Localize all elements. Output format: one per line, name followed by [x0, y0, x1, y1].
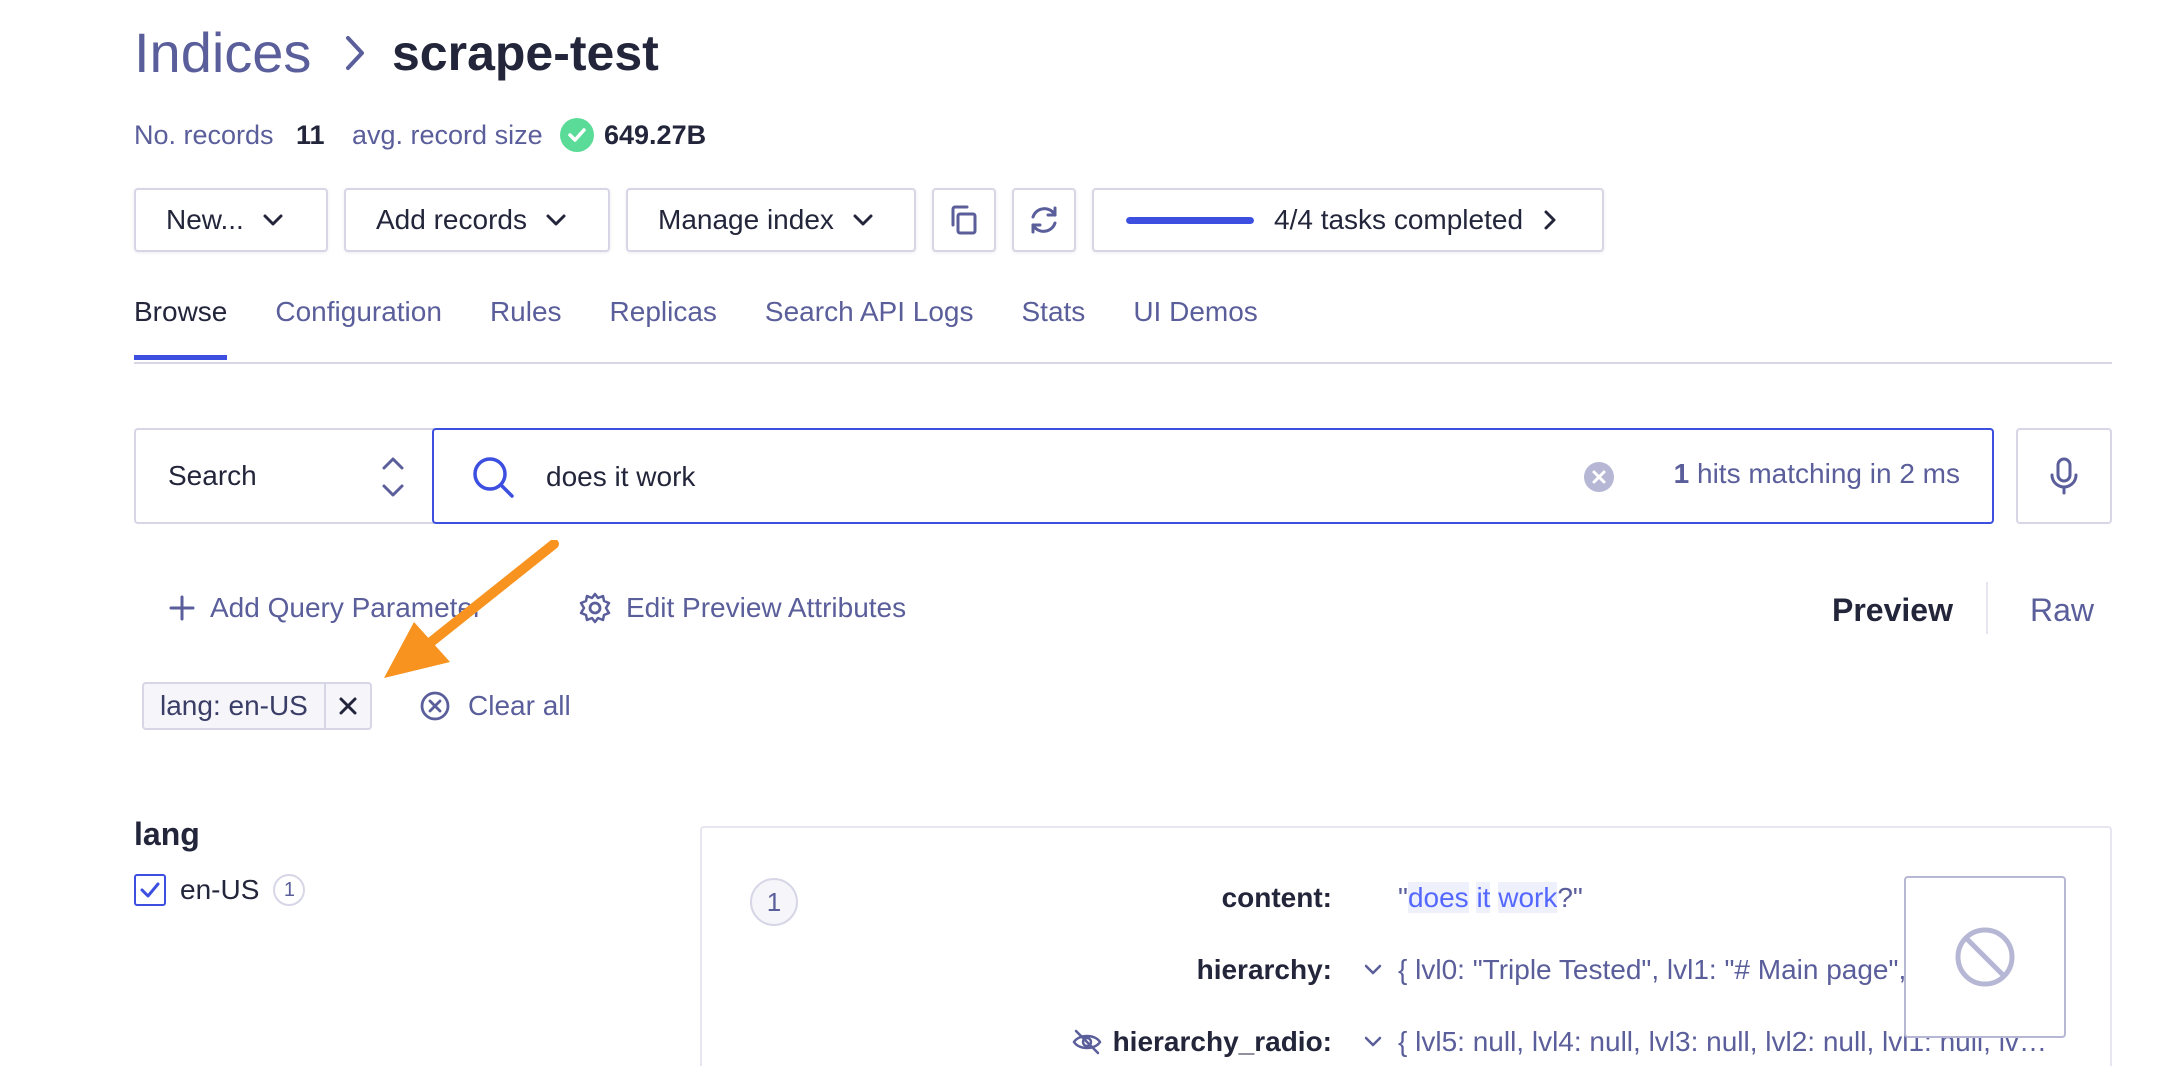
microphone-icon [2050, 457, 2078, 495]
checkmark-icon [140, 882, 160, 898]
search-icon [473, 457, 514, 498]
gear-icon [579, 592, 611, 624]
records-label: No. records [134, 120, 274, 150]
search-box: 1 hits matching in 2 ms [432, 428, 1994, 524]
add-records-button[interactable]: Add records [344, 188, 610, 252]
breadcrumb-indices-link[interactable]: Indices [134, 18, 311, 88]
plus-icon [169, 595, 195, 621]
preview-toggle[interactable]: Preview [1832, 588, 1953, 632]
highlight-text: work [1498, 882, 1558, 913]
tab-replicas[interactable]: Replicas [610, 292, 717, 354]
attribute-key: hierarchy: [1197, 950, 1332, 990]
tasks-progress-bar [1126, 216, 1254, 224]
tasks-status-button[interactable]: 4/4 tasks completed [1092, 188, 1604, 252]
records-value: 11 [296, 120, 325, 150]
attribute-key-text: content: [1221, 882, 1332, 913]
edit-preview-attributes-label: Edit Preview Attributes [626, 592, 907, 623]
edit-preview-attributes-button[interactable]: Edit Preview Attributes [578, 588, 906, 628]
raw-toggle[interactable]: Raw [2030, 588, 2094, 632]
attribute-row-hierarchy-radio: hierarchy_radio: { lvl5: null, lvl4: nul… [702, 1022, 2048, 1062]
new-button[interactable]: New... [134, 188, 328, 252]
copy-index-button[interactable] [932, 188, 996, 252]
attribute-key-text: hierarchy: [1196, 954, 1332, 985]
refresh-button[interactable] [1012, 188, 1076, 252]
tab-rules[interactable]: Rules [490, 292, 562, 354]
facet-item[interactable]: en-US 1 [134, 874, 306, 906]
tab-search-api-logs[interactable]: Search API Logs [765, 292, 974, 354]
voice-search-button[interactable] [2016, 428, 2112, 524]
close-circle-icon [420, 691, 450, 721]
chevron-down-icon[interactable] [1364, 1036, 1382, 1048]
attribute-value-text: " [1398, 882, 1408, 913]
facet-checkbox[interactable] [134, 874, 166, 906]
highlight-text: it [1476, 882, 1491, 913]
refresh-icon [1031, 206, 1057, 234]
attribute-key: hierarchy_radio: [1071, 1022, 1332, 1062]
hits-text: hits matching in 2 ms [1697, 458, 1960, 489]
new-button-label: New... [166, 204, 244, 235]
manage-index-label: Manage index [658, 204, 834, 235]
search-mode-label: Search [168, 460, 257, 491]
search-mode-select[interactable]: Search [134, 428, 434, 524]
up-down-chevron-icon [382, 457, 404, 497]
filter-chip-label: lang: en-US [160, 690, 308, 721]
tab-ui-demos[interactable]: UI Demos [1133, 292, 1257, 354]
facet-title: lang [134, 816, 200, 852]
page-title: scrape-test [392, 25, 659, 81]
eye-off-icon [1072, 1029, 1102, 1055]
chevron-right-icon [1544, 210, 1556, 230]
record-size-label: avg. record size [352, 120, 543, 150]
add-records-label: Add records [376, 204, 527, 235]
copy-icon [951, 205, 977, 235]
tabs-divider [134, 362, 2112, 364]
chevron-down-icon[interactable] [1364, 964, 1382, 976]
clear-search-icon[interactable] [1584, 462, 1614, 492]
clear-all-label: Clear all [468, 690, 571, 721]
manage-index-button[interactable]: Manage index [626, 188, 916, 252]
tab-stats[interactable]: Stats [1022, 292, 1086, 354]
attribute-row-hierarchy: hierarchy: { lvl0: "Triple Tested", lvl1… [702, 950, 2048, 990]
filter-chip: lang: en-US [142, 682, 372, 730]
close-icon [339, 697, 357, 715]
record-size-value: 649.27B [604, 120, 707, 150]
annotation-arrow [384, 540, 559, 678]
chevron-down-icon [546, 214, 566, 226]
tasks-label: 4/4 tasks completed [1274, 204, 1524, 235]
attribute-value-text: ?" [1557, 882, 1583, 913]
chevron-down-icon [853, 214, 873, 226]
hits-summary: 1 hits matching in 2 ms [1674, 458, 1960, 490]
clear-all-button[interactable]: Clear all [418, 686, 571, 726]
tasks-progress-fill [1126, 216, 1254, 224]
image-placeholder [1904, 876, 2066, 1038]
facet-count-badge: 1 [273, 874, 306, 906]
facet-item-label: en-US [180, 874, 260, 905]
hit-card: 1 content: "does it work?" hierarchy: { … [700, 826, 2112, 1066]
chevron-right-icon [346, 36, 364, 70]
tab-browse[interactable]: Browse [134, 292, 228, 360]
remove-filter-button[interactable] [323, 684, 370, 728]
check-circle-icon [560, 118, 594, 152]
attribute-row-content: content: "does it work?" [702, 878, 1872, 918]
attribute-key: content: [1222, 878, 1332, 918]
hits-count: 1 [1673, 458, 1690, 489]
highlight-text: does [1407, 882, 1469, 913]
tab-bar: Browse Configuration Rules Replicas Sear… [134, 292, 1258, 360]
no-image-icon [1955, 927, 2015, 987]
tab-configuration[interactable]: Configuration [275, 292, 442, 354]
attribute-key-text: hierarchy_radio: [1112, 1026, 1332, 1057]
view-toggle-divider [1986, 582, 1988, 634]
search-input[interactable] [546, 454, 1446, 500]
chevron-down-icon [263, 214, 283, 226]
